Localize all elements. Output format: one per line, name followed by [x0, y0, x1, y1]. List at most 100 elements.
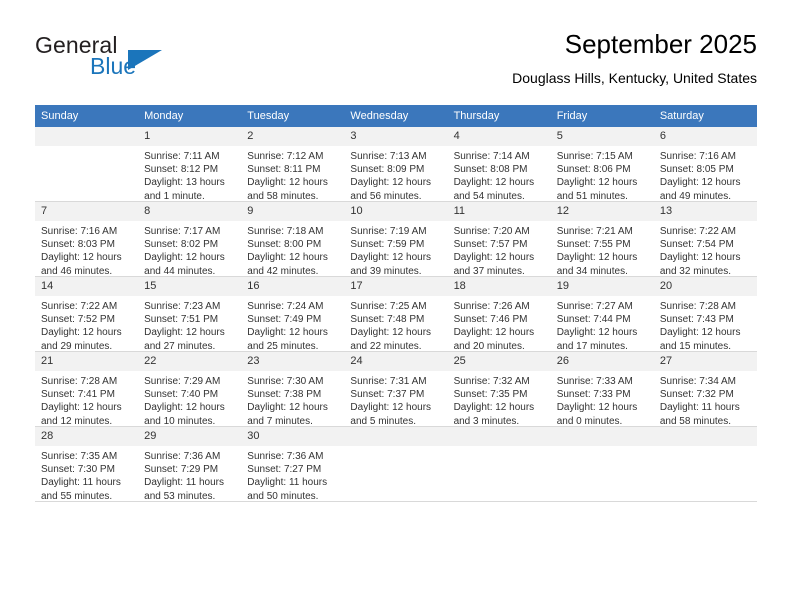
- day-cell-inner: 27 Sunrise: 7:34 AM Sunset: 7:32 PM Dayligh…: [653, 352, 757, 428]
- calendar-day-cell[interactable]: 17 Sunrise: 7:25 AM Sunset: 7:48 PM Dayligh…: [344, 276, 448, 352]
- daylight-text-line2: and 32 minutes.: [659, 265, 732, 277]
- daylight-text-line2: and 7 minutes.: [247, 415, 313, 427]
- daylight-text-line1: Daylight: 12 hours: [350, 402, 432, 414]
- daylight-text-line2: and 22 minutes.: [350, 340, 422, 352]
- calendar-day-cell[interactable]: 30 Sunrise: 7:36 AM Sunset: 7:27 PM Dayligh…: [241, 426, 345, 502]
- daylight-text-line2: and 5 minutes.: [350, 415, 417, 427]
- sunrise-text: Sunrise: 7:30 AM: [247, 376, 324, 387]
- calendar-week-row: 1 Sunrise: 7:11 AM Sunset: 8:12 PM Daylight…: [35, 127, 757, 202]
- sunset-text: Sunset: 7:38 PM: [247, 389, 322, 401]
- calendar-day-cell[interactable]: 10 Sunrise: 7:19 AM Sunset: 7:59 PM Dayligh…: [344, 201, 448, 277]
- sunrise-text: Sunrise: 7:14 AM: [453, 151, 530, 162]
- day-details: [448, 446, 551, 450]
- daylight-text-line1: Daylight: 12 hours: [247, 327, 328, 339]
- calendar-day-cell[interactable]: 11 Sunrise: 7:20 AM Sunset: 7:57 PM Dayligh…: [447, 201, 551, 278]
- sunrise-text: Sunrise: 7:32 AM: [453, 376, 530, 387]
- day-number: 28: [35, 427, 139, 446]
- calendar-day-cell[interactable]: 7 Sunrise: 7:16 AM Sunset: 8:03 PM Daylight…: [35, 201, 139, 278]
- day-cell-inner: 17 Sunrise: 7:25 AM Sunset: 7:48 PM Dayligh…: [344, 277, 448, 352]
- calendar-day-cell[interactable]: 5 Sunrise: 7:15 AM Sunset: 8:06 PM Daylight…: [550, 127, 654, 203]
- sunset-text: Sunset: 7:27 PM: [247, 464, 322, 476]
- daylight-text-line2: and 17 minutes.: [556, 340, 628, 352]
- sunrise-text: Sunrise: 7:34 AM: [659, 376, 736, 387]
- calendar-day-cell[interactable]: 9 Sunrise: 7:18 AM Sunset: 8:00 PM Daylight…: [241, 201, 345, 277]
- daylight-text-line2: and 0 minutes.: [556, 415, 623, 427]
- calendar-day-cell[interactable]: 23 Sunrise: 7:30 AM Sunset: 7:38 PM Dayligh…: [241, 351, 345, 428]
- page-title: September 2025: [564, 29, 757, 59]
- calendar-day-cell[interactable]: 29 Sunrise: 7:36 AM Sunset: 7:29 PM Dayligh…: [138, 426, 242, 502]
- day-cell-inner: 30 Sunrise: 7:36 AM Sunset: 7:27 PM Dayligh…: [241, 427, 345, 502]
- day-details: Sunrise: 7:12 AM Sunset: 8:11 PM Daylight:…: [241, 146, 344, 203]
- weekday-header-tuesday: Tuesday: [241, 105, 345, 127]
- day-details: Sunrise: 7:17 AM Sunset: 8:02 PM Daylight:…: [138, 221, 241, 278]
- day-details: Sunrise: 7:21 AM Sunset: 7:55 PM Daylight:…: [551, 221, 654, 278]
- day-details: Sunrise: 7:35 AM Sunset: 7:30 PM Daylight:…: [35, 446, 138, 503]
- sunset-text: Sunset: 7:32 PM: [659, 389, 734, 401]
- sunrise-text: Sunrise: 7:17 AM: [144, 226, 221, 237]
- page-subtitle: Douglass Hills, Kentucky, United States: [512, 70, 757, 86]
- calendar-day-cell[interactable]: 21 Sunrise: 7:28 AM Sunset: 7:41 PM Dayligh…: [35, 351, 139, 427]
- daylight-text-line2: and 37 minutes.: [453, 265, 525, 277]
- calendar-day-cell[interactable]: 18 Sunrise: 7:26 AM Sunset: 7:46 PM Dayligh…: [447, 276, 551, 352]
- sunset-text: Sunset: 8:00 PM: [247, 239, 322, 251]
- sunset-text: Sunset: 8:06 PM: [556, 164, 631, 176]
- page-header: General Blue September 2025 Douglass Hil…: [0, 0, 792, 104]
- calendar-day-cell[interactable]: 1 Sunrise: 7:11 AM Sunset: 8:12 PM Daylight…: [138, 127, 242, 202]
- calendar-day-cell[interactable]: 3 Sunrise: 7:13 AM Sunset: 8:09 PM Daylight…: [344, 127, 448, 202]
- day-details: Sunrise: 7:34 AM Sunset: 7:32 PM Daylight:…: [654, 371, 757, 428]
- calendar-day-cell[interactable]: 27 Sunrise: 7:34 AM Sunset: 7:32 PM Dayligh…: [653, 351, 757, 428]
- calendar-grid: Sunday Monday Tuesday Wednesday Thursday…: [35, 105, 757, 502]
- day-cell-inner: 12 Sunrise: 7:21 AM Sunset: 7:55 PM Dayligh…: [550, 202, 654, 278]
- day-number: 24: [344, 352, 448, 371]
- calendar-day-cell[interactable]: 28 Sunrise: 7:35 AM Sunset: 7:30 PM Dayligh…: [35, 426, 139, 503]
- calendar-day-cell[interactable]: 26 Sunrise: 7:33 AM Sunset: 7:33 PM Dayligh…: [550, 351, 654, 428]
- calendar-day-cell[interactable]: 22 Sunrise: 7:29 AM Sunset: 7:40 PM Dayligh…: [138, 351, 242, 427]
- calendar-day-cell[interactable]: 4 Sunrise: 7:14 AM Sunset: 8:08 PM Daylight…: [447, 127, 551, 203]
- calendar-day-cell[interactable]: 19 Sunrise: 7:27 AM Sunset: 7:44 PM Dayligh…: [550, 276, 654, 352]
- daylight-text-line2: and 15 minutes.: [659, 340, 732, 352]
- calendar-day-cell[interactable]: 15 Sunrise: 7:23 AM Sunset: 7:51 PM Dayligh…: [138, 276, 242, 352]
- calendar-day-cell[interactable]: 12 Sunrise: 7:21 AM Sunset: 7:55 PM Dayligh…: [550, 201, 654, 278]
- calendar-day-cell[interactable]: 16 Sunrise: 7:24 AM Sunset: 7:49 PM Dayligh…: [241, 276, 345, 352]
- daylight-text-line2: and 44 minutes.: [144, 265, 216, 277]
- sunrise-text: Sunrise: 7:25 AM: [350, 301, 427, 312]
- day-details: Sunrise: 7:20 AM Sunset: 7:57 PM Daylight:…: [448, 221, 551, 278]
- day-number: 27: [653, 352, 757, 371]
- daylight-text-line1: Daylight: 12 hours: [453, 177, 535, 189]
- daylight-text-line1: Daylight: 11 hours: [144, 477, 224, 489]
- day-number: 15: [138, 277, 242, 296]
- day-details: Sunrise: 7:33 AM Sunset: 7:33 PM Daylight:…: [551, 371, 654, 428]
- day-cell-inner: 24 Sunrise: 7:31 AM Sunset: 7:37 PM Dayligh…: [344, 352, 448, 427]
- calendar-day-cell[interactable]: 25 Sunrise: 7:32 AM Sunset: 7:35 PM Dayligh…: [447, 351, 551, 428]
- sunset-text: Sunset: 7:41 PM: [41, 389, 115, 401]
- calendar-day-cell[interactable]: 6 Sunrise: 7:16 AM Sunset: 8:05 PM Daylight…: [653, 127, 757, 202]
- day-cell-inner: 23 Sunrise: 7:30 AM Sunset: 7:38 PM Dayligh…: [241, 352, 345, 428]
- day-cell-inner: [447, 427, 551, 501]
- day-details: Sunrise: 7:14 AM Sunset: 8:08 PM Daylight:…: [448, 146, 551, 203]
- day-cell-inner: 21 Sunrise: 7:28 AM Sunset: 7:41 PM Dayligh…: [35, 352, 139, 427]
- day-number: 12: [550, 202, 654, 221]
- day-details: Sunrise: 7:16 AM Sunset: 8:03 PM Daylight:…: [35, 221, 138, 278]
- day-details: Sunrise: 7:28 AM Sunset: 7:43 PM Daylight:…: [654, 296, 757, 353]
- calendar-day-cell[interactable]: 2 Sunrise: 7:12 AM Sunset: 8:11 PM Daylight…: [241, 127, 345, 203]
- day-details: Sunrise: 7:30 AM Sunset: 7:38 PM Daylight:…: [241, 371, 344, 428]
- daylight-text-line1: Daylight: 12 hours: [41, 327, 122, 339]
- day-number: 14: [35, 277, 139, 296]
- day-details: Sunrise: 7:32 AM Sunset: 7:35 PM Daylight:…: [448, 371, 551, 428]
- calendar-day-cell[interactable]: 14 Sunrise: 7:22 AM Sunset: 7:52 PM Dayligh…: [35, 276, 139, 352]
- day-number: 23: [241, 352, 345, 371]
- calendar-day-cell[interactable]: 24 Sunrise: 7:31 AM Sunset: 7:37 PM Dayligh…: [344, 351, 448, 427]
- calendar-day-cell[interactable]: 8 Sunrise: 7:17 AM Sunset: 8:02 PM Daylight…: [138, 201, 242, 278]
- day-cell-inner: 16 Sunrise: 7:24 AM Sunset: 7:49 PM Dayligh…: [241, 277, 345, 352]
- sunset-text: Sunset: 8:09 PM: [350, 164, 425, 176]
- daylight-text-line2: and 54 minutes.: [453, 190, 525, 202]
- calendar-day-cell[interactable]: 13 Sunrise: 7:22 AM Sunset: 7:54 PM Dayligh…: [653, 201, 757, 277]
- day-cell-inner: 10 Sunrise: 7:19 AM Sunset: 7:59 PM Dayligh…: [344, 202, 448, 277]
- day-details: Sunrise: 7:15 AM Sunset: 8:06 PM Daylight:…: [551, 146, 654, 203]
- day-number: 13: [653, 202, 757, 221]
- calendar-day-cell[interactable]: 20 Sunrise: 7:28 AM Sunset: 7:43 PM Dayligh…: [653, 276, 757, 353]
- day-number: 22: [138, 352, 242, 371]
- day-number: 16: [241, 277, 345, 296]
- day-number: 3: [344, 127, 448, 146]
- sunrise-text: Sunrise: 7:35 AM: [41, 451, 118, 462]
